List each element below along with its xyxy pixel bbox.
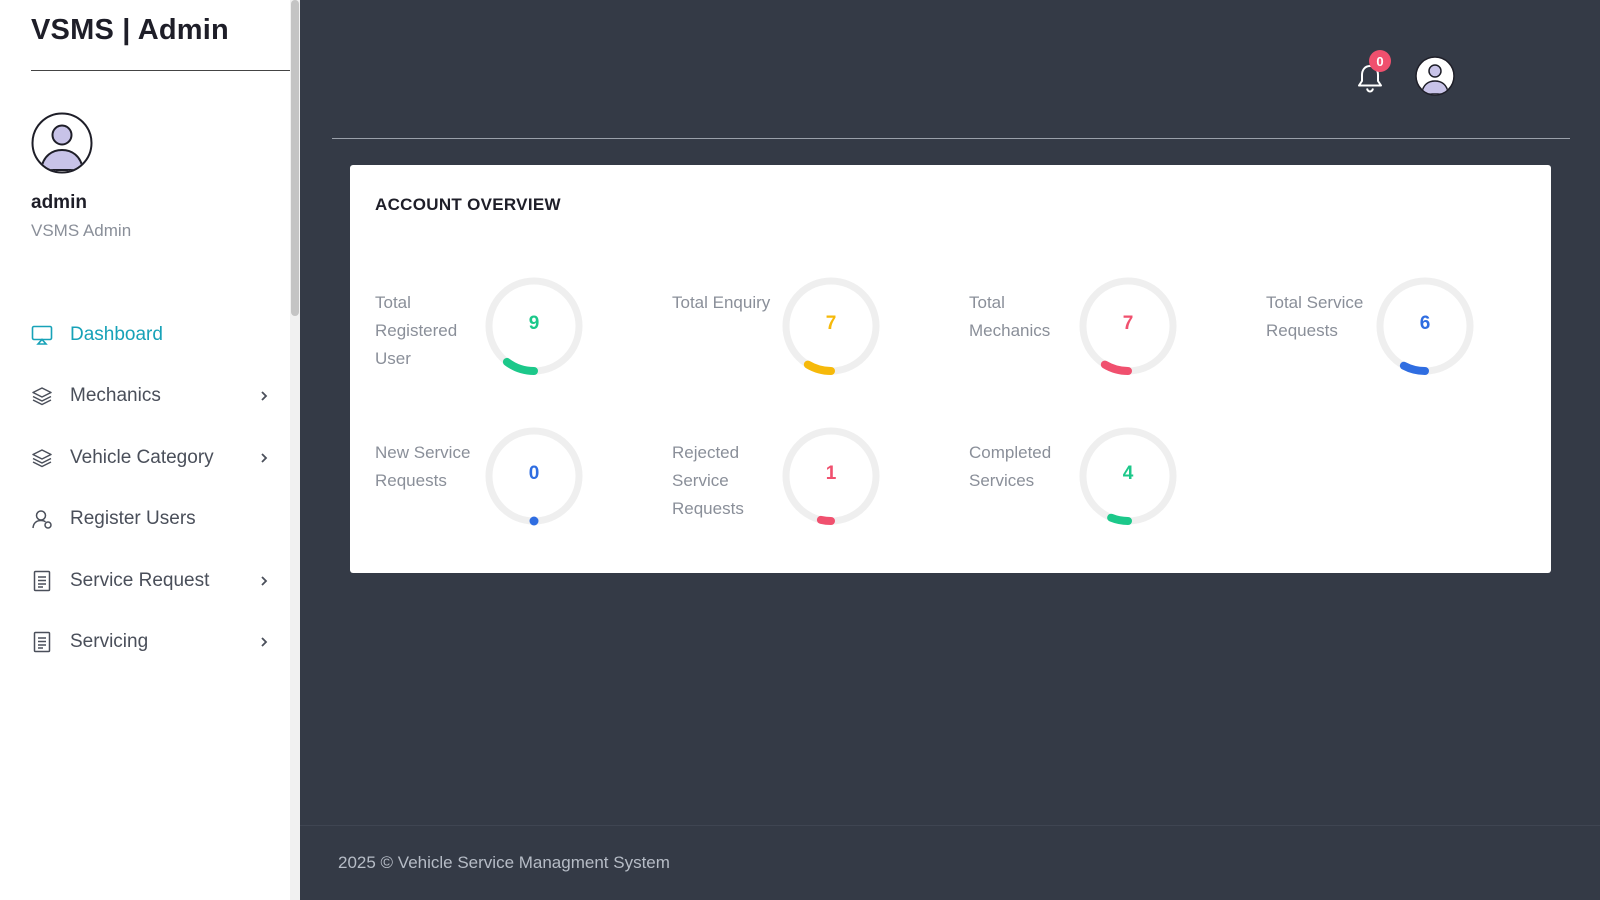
sidebar-item-label: Vehicle Category [70,446,214,468]
stat-rejected-service-requests: Rejected Service Requests 1 [647,423,937,533]
sidebar-item-mechanics[interactable]: Mechanics [0,366,290,428]
sidebar-item-service-request[interactable]: Service Request [0,550,290,612]
user-avatar-icon [31,112,93,174]
stat-label: Total Registered User [375,293,458,368]
stat-value: 7 [825,313,837,334]
chevron-right-icon [261,576,268,586]
stat-new-service-requests: New Service Requests 0 [350,423,640,533]
user-role: VSMS Admin [31,221,132,240]
monitor-icon [30,323,54,347]
stat-value: 0 [528,463,540,484]
notification-badge: 0 [1369,50,1391,72]
footer-copyright: 2025 © Vehicle Service Managment System [338,853,670,872]
footer-divider [300,825,1600,826]
layers-icon [30,384,54,408]
stat-value: 1 [825,463,837,484]
sidebar-scrollbar[interactable] [290,0,300,900]
sidebar-item-dashboard[interactable]: Dashboard [0,304,290,366]
sidebar-item-label: Mechanics [70,385,161,407]
stat-value: 7 [1122,313,1134,334]
document-icon [30,630,54,654]
sidebar-item-vehicle-category[interactable]: Vehicle Category [0,427,290,489]
stat-label: Total Mechanics [969,293,1051,340]
stat-total-enquiry: Total Enquiry 7 [647,273,937,383]
chevron-right-icon [261,391,268,401]
user-name: admin [31,192,87,213]
sidebar-item-servicing[interactable]: Servicing [0,612,290,674]
sidebar-item-label: Dashboard [70,323,163,345]
sidebar-nav: Dashboard Mechanics Vehicle Category Reg… [0,304,290,673]
header-divider [332,138,1570,139]
document-icon [30,569,54,593]
layers-icon [30,446,54,470]
sidebar-item-label: Servicing [70,631,149,653]
stat-label: Total Service Requests [1266,293,1364,340]
brand-divider [31,70,300,71]
chevron-right-icon [261,637,268,647]
stat-value: 9 [528,313,540,334]
stat-label: Total Enquiry [672,293,771,312]
sidebar-item-label: Register Users [70,508,196,530]
brand-title[interactable]: VSMS | Admin [31,14,229,47]
stat-completed-services: Completed Services 4 [944,423,1234,533]
sidebar-item-register-users[interactable]: Register Users [0,489,290,551]
chevron-right-icon [261,453,268,463]
sidebar: VSMS | Admin admin VSMS Admin Dashboard … [0,0,300,900]
profile-avatar-icon[interactable] [1415,56,1455,96]
stat-value: 6 [1419,313,1431,334]
sidebar-item-label: Service Request [70,569,210,591]
stat-value: 4 [1122,463,1134,484]
stat-label: New Service Requests [375,443,471,490]
stat-total-mechanics: Total Mechanics 7 [944,273,1234,383]
user-icon [30,507,54,531]
scrollbar-thumb[interactable] [291,0,299,316]
stat-label: Rejected Service Requests [672,443,744,518]
account-overview-card: ACCOUNT OVERVIEW Total Registered User 9… [350,165,1551,573]
stat-total-service-requests: Total Service Requests 6 [1241,273,1531,383]
stat-label: Completed Services [969,443,1052,490]
card-title: ACCOUNT OVERVIEW [375,195,561,214]
stat-total-registered-user: Total Registered User 9 [350,273,640,383]
